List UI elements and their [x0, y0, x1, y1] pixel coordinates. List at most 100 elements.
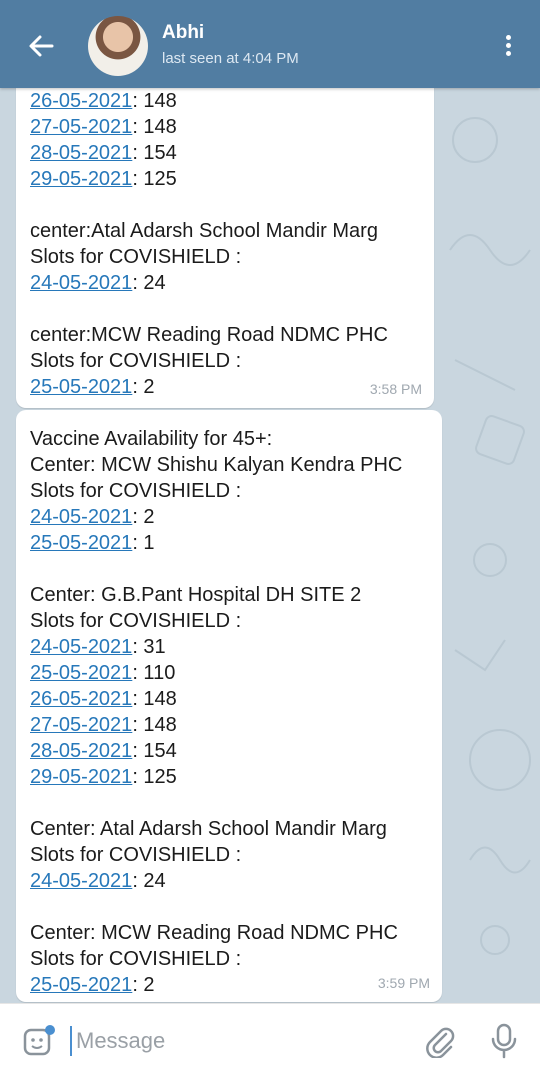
chat-header: Abhi last seen at 4:04 PM	[0, 0, 540, 88]
message-line: 29-05-2021: 125	[30, 166, 388, 192]
message-text: Vaccine Availability for 45+: Center: MCW…	[30, 426, 402, 998]
more-options-button[interactable]	[496, 28, 520, 64]
message-line: Slots for COVISHIELD :	[30, 244, 388, 270]
sticker-emoji-icon	[23, 1025, 55, 1056]
slot-count: : 154	[132, 740, 177, 762]
back-arrow-icon	[29, 35, 54, 57]
message-line: 24-05-2021: 24	[30, 868, 402, 894]
slot-count: : 2	[132, 376, 155, 398]
line-text: Center: Atal Adarsh School Mandir Marg	[30, 818, 387, 840]
message-line: 26-05-2021: 148	[30, 88, 388, 114]
line-text: Slots for COVISHIELD :	[30, 948, 242, 970]
date-link[interactable]: 24-05-2021	[30, 636, 132, 658]
attach-button[interactable]	[424, 1024, 456, 1059]
message-line: 27-05-2021: 148	[30, 712, 402, 738]
message-line: 24-05-2021: 31	[30, 634, 402, 660]
last-seen-status: last seen at 4:04 PM	[162, 50, 299, 67]
date-link[interactable]: 27-05-2021	[30, 116, 132, 138]
message-line: 26-05-2021: 148	[30, 686, 402, 712]
date-link[interactable]: 28-05-2021	[30, 740, 132, 762]
message-line: 25-05-2021: 1	[30, 530, 402, 556]
message-text: 26-05-2021: 148 27-05-2021: 148 28-05-2021…	[30, 88, 388, 400]
back-button[interactable]	[22, 28, 62, 64]
message-line: 29-05-2021: 125	[30, 764, 402, 790]
message-line: Slots for COVISHIELD :	[30, 946, 402, 972]
date-link[interactable]: 26-05-2021	[30, 688, 132, 710]
paperclip-icon	[426, 1027, 455, 1059]
date-link[interactable]: 29-05-2021	[30, 168, 132, 190]
slot-count: : 31	[132, 636, 166, 658]
date-link[interactable]: 28-05-2021	[30, 142, 132, 164]
slot-count: : 148	[132, 714, 177, 736]
date-link[interactable]: 27-05-2021	[30, 714, 132, 736]
message-line: Slots for COVISHIELD :	[30, 842, 402, 868]
slot-count: : 24	[132, 870, 166, 892]
emoji-button[interactable]	[22, 1024, 56, 1058]
chat-title[interactable]: Abhi	[162, 22, 204, 44]
slot-count: : 2	[132, 506, 155, 528]
line-text: Vaccine Availability for 45+:	[30, 428, 273, 450]
message-input[interactable]	[74, 1022, 408, 1060]
slot-count: : 1	[132, 532, 155, 554]
slot-count: : 125	[132, 168, 177, 190]
message-line: 24-05-2021: 2	[30, 504, 402, 530]
date-link[interactable]: 26-05-2021	[30, 90, 132, 112]
line-text: Center: MCW Shishu Kalyan Kendra PHC	[30, 454, 403, 476]
slot-count: : 148	[132, 116, 177, 138]
message-time: 3:58 PM	[369, 381, 422, 397]
message-line: 25-05-2021: 110	[30, 660, 402, 686]
message-line: 28-05-2021: 154	[30, 738, 402, 764]
message-line: Center: G.B.Pant Hospital DH SITE 2	[30, 582, 402, 608]
line-text: Slots for COVISHIELD :	[30, 610, 242, 632]
line-text: center:MCW Reading Road NDMC PHC	[30, 324, 388, 346]
date-link[interactable]: 24-05-2021	[30, 870, 132, 892]
message-line: center:Atal Adarsh School Mandir Marg	[30, 218, 388, 244]
message-line: Slots for COVISHIELD :	[30, 608, 402, 634]
date-link[interactable]: 24-05-2021	[30, 506, 132, 528]
text-cursor	[70, 1026, 72, 1056]
line-text: Center: G.B.Pant Hospital DH SITE 2	[30, 584, 362, 606]
slot-count: : 2	[132, 974, 155, 996]
message-composer	[0, 1003, 540, 1076]
message-line: 27-05-2021: 148	[30, 114, 388, 140]
date-link[interactable]: 29-05-2021	[30, 766, 132, 788]
slot-count: : 125	[132, 766, 177, 788]
line-text: Slots for COVISHIELD :	[30, 246, 242, 268]
message-line: Center: Atal Adarsh School Mandir Marg	[30, 816, 402, 842]
more-vertical-icon	[496, 28, 520, 56]
message-bubble[interactable]: 26-05-2021: 148 27-05-2021: 148 28-05-2021…	[16, 64, 434, 408]
slot-count: : 148	[132, 90, 177, 112]
slot-count: : 154	[132, 142, 177, 164]
slot-count: : 24	[132, 272, 166, 294]
line-text: Center: MCW Reading Road NDMC PHC	[30, 922, 398, 944]
slot-count: : 148	[132, 688, 177, 710]
message-line: 25-05-2021: 2	[30, 972, 402, 998]
message-line: Slots for COVISHIELD :	[30, 348, 388, 374]
date-link[interactable]: 25-05-2021	[30, 376, 132, 398]
message-line: 28-05-2021: 154	[30, 140, 388, 166]
message-line: Slots for COVISHIELD :	[30, 478, 402, 504]
message-bubble[interactable]: Vaccine Availability for 45+: Center: MCW…	[16, 410, 442, 1002]
line-text: Slots for COVISHIELD :	[30, 350, 242, 372]
slot-count: : 110	[132, 662, 176, 684]
message-line: 25-05-2021: 2	[30, 374, 388, 400]
date-link[interactable]: 24-05-2021	[30, 272, 132, 294]
microphone-icon	[491, 1023, 517, 1059]
date-link[interactable]: 25-05-2021	[30, 974, 132, 996]
message-time: 3:59 PM	[377, 975, 430, 991]
voice-record-button[interactable]	[490, 1022, 518, 1060]
line-text: Slots for COVISHIELD :	[30, 480, 242, 502]
line-text: Slots for COVISHIELD :	[30, 844, 242, 866]
avatar[interactable]	[88, 16, 148, 76]
date-link[interactable]: 25-05-2021	[30, 662, 132, 684]
line-text: center:Atal Adarsh School Mandir Marg	[30, 220, 378, 242]
message-line: Center: MCW Shishu Kalyan Kendra PHC	[30, 452, 402, 478]
message-line: Center: MCW Reading Road NDMC PHC	[30, 920, 402, 946]
message-line: 24-05-2021: 24	[30, 270, 388, 296]
date-link[interactable]: 25-05-2021	[30, 532, 132, 554]
